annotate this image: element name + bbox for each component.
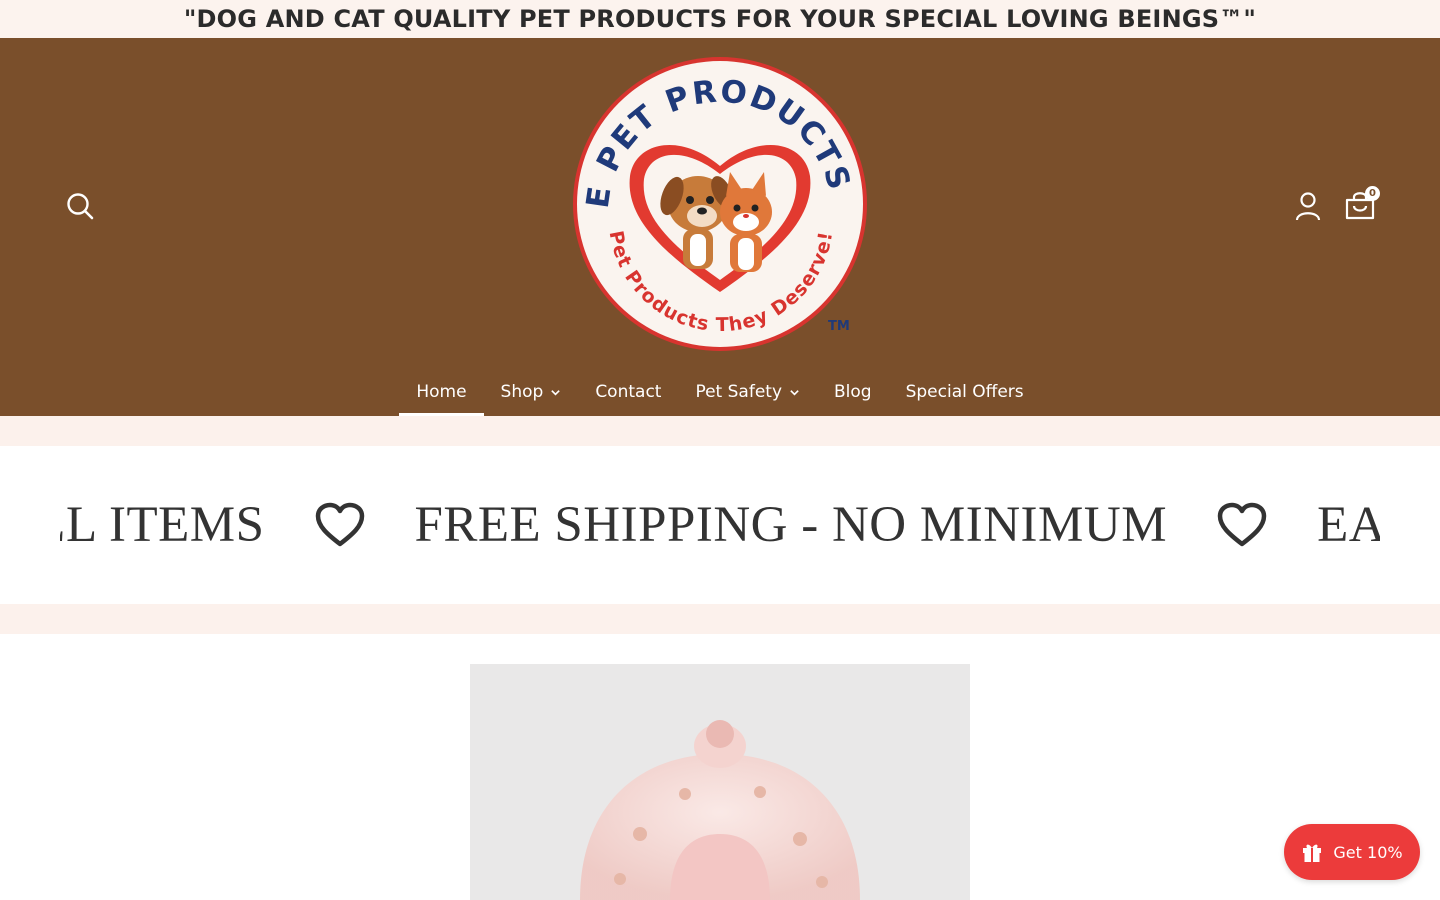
cart-button[interactable]: 0 [1338, 184, 1382, 226]
discount-label: Get 10% [1333, 842, 1403, 862]
scrolling-banner: ALL ITEMS FREE SHIPPING - NO MINIMUM EA [60, 446, 1380, 604]
section-spacer [0, 416, 1440, 446]
nav-item-label: Pet Safety [695, 382, 783, 402]
site-logo[interactable]: LOVE PET PRODUCTS USA “ Pet Products The… [556, 26, 870, 354]
search-icon [67, 193, 94, 220]
chevron-down-icon [790, 389, 799, 396]
site-header: LOVE PET PRODUCTS USA “ Pet Products The… [0, 26, 1440, 416]
banner-item: FREE SHIPPING - NO MINIMUM [414, 497, 1168, 553]
user-icon [1295, 192, 1321, 221]
discount-popup-button[interactable]: Get 10% [1284, 824, 1420, 880]
announcement-bar: "DOG AND CAT QUALITY PET PRODUCTS FOR YO… [0, 0, 1440, 38]
heart-icon [315, 502, 364, 547]
nav-item-label: Shop [500, 382, 544, 402]
nav-item-special-offers[interactable]: Special Offers [889, 368, 1041, 416]
cart-count-badge: 0 [1365, 186, 1380, 201]
nav-item-pet-safety[interactable]: Pet Safety [678, 368, 817, 416]
product-photo [580, 720, 860, 900]
featured-product-image[interactable] [470, 664, 970, 900]
main-nav: Home Shop Contact Pet Safety Blog Specia… [0, 368, 1440, 416]
announcement-text: "DOG AND CAT QUALITY PET PRODUCTS FOR YO… [183, 5, 1257, 33]
banner-item: EA [1317, 497, 1380, 553]
search-button[interactable] [60, 186, 100, 226]
nav-item-label: Contact [595, 382, 662, 402]
logo-tm: TM [828, 319, 850, 334]
heart-icon [1217, 502, 1267, 547]
nav-item-shop[interactable]: Shop [484, 368, 579, 416]
logo-graphic: LOVE PET PRODUCTS USA “ Pet Products The… [556, 26, 867, 351]
nav-item-home[interactable]: Home [399, 368, 484, 416]
nav-item-label: Blog [834, 382, 872, 402]
banner-item: ALL ITEMS [60, 497, 265, 553]
account-button[interactable] [1288, 186, 1328, 226]
chevron-down-icon [551, 389, 561, 396]
gift-icon [1303, 844, 1322, 862]
nav-item-label: Home [416, 382, 467, 402]
nav-item-label: Special Offers [905, 382, 1024, 402]
scrolling-banner-track: ALL ITEMS FREE SHIPPING - NO MINIMUM EA [60, 446, 1380, 604]
nav-item-blog[interactable]: Blog [817, 368, 889, 416]
nav-item-contact[interactable]: Contact [578, 368, 678, 416]
section-spacer [0, 604, 1440, 634]
